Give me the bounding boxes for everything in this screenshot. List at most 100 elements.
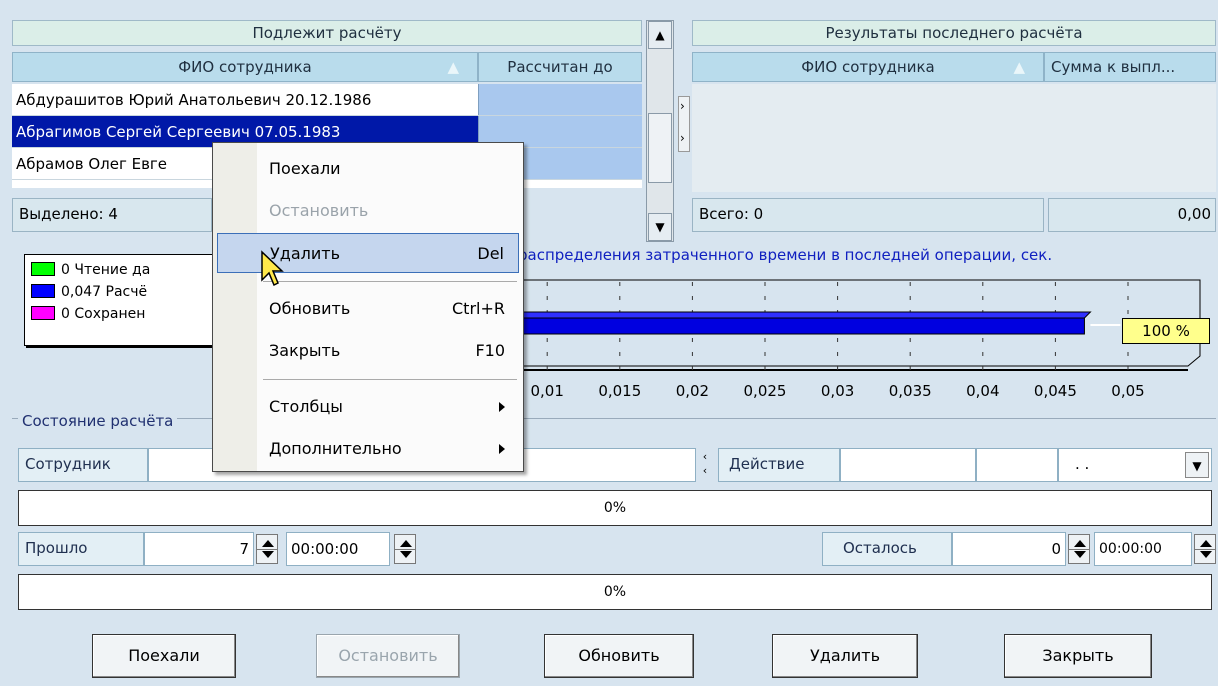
progress-bar-time: 0%	[18, 574, 1212, 610]
sort-asc-icon: ▲	[1013, 58, 1025, 76]
menu-separator	[263, 379, 517, 380]
close-button[interactable]: Закрыть	[1004, 634, 1152, 678]
arrow-up-icon	[400, 540, 412, 547]
column-header-employee-results-label: ФИО сотрудника	[801, 58, 935, 76]
menu-item-shortcut: Del	[477, 244, 504, 263]
state-group-label: Состояние расчёта	[18, 412, 178, 430]
chevron-right-icon: ›	[680, 99, 685, 113]
menu-item-label: Дополнительно	[269, 439, 402, 458]
table-row[interactable]: Абдурашитов Юрий Анатольевич 20.12.1986	[12, 84, 642, 116]
legend-item: 0,047 Расчё	[31, 281, 217, 303]
column-header-employee-label: ФИО сотрудника	[178, 58, 312, 76]
menu-item-label: Столбцы	[269, 397, 343, 416]
menu-item-stop[interactable]: Остановить	[217, 191, 519, 231]
remaining-count-field[interactable]: 0	[952, 532, 1066, 566]
menu-item-refresh[interactable]: Обновить Ctrl+R	[217, 289, 519, 329]
submenu-arrow-icon	[499, 444, 505, 454]
selected-count-label: Выделено: 4	[12, 198, 212, 232]
action-label: Действие	[718, 448, 840, 482]
elapsed-time-stepper[interactable]	[394, 534, 416, 564]
remaining-time-stepper[interactable]	[1194, 534, 1216, 564]
action-select[interactable]: . . ▼	[1058, 448, 1212, 482]
column-header-employee[interactable]: ФИО сотрудника ▲	[12, 52, 478, 82]
tick-label: 0,04	[966, 382, 999, 400]
sort-asc-icon: ▲	[447, 58, 459, 76]
row-name: Абдурашитов Юрий Анатольевич 20.12.1986	[16, 91, 372, 109]
splitter-handle[interactable]: › ›	[678, 96, 690, 152]
legend-swatch	[31, 306, 55, 320]
scroll-thumb[interactable]	[648, 113, 672, 183]
employee-label: Сотрудник	[18, 448, 148, 482]
arrow-down-icon	[1200, 551, 1212, 558]
arrow-up-icon	[1074, 540, 1086, 547]
arrow-down-icon: ▼	[655, 220, 665, 234]
legend-label: 0 Сохранен	[61, 306, 146, 322]
remaining-time-field[interactable]: 00:00:00	[1094, 532, 1192, 566]
row-name: Абрагимов Сергей Сергеевич 07.05.1983	[16, 123, 341, 141]
remaining-count-stepper[interactable]	[1068, 534, 1090, 564]
legend-label: 0,047 Расчё	[61, 284, 148, 300]
mouse-cursor-icon	[261, 250, 284, 287]
column-header-sum[interactable]: Сумма к выпл...	[1044, 52, 1216, 82]
left-grid-scrollbar[interactable]: ▲ ▼	[646, 20, 674, 242]
go-button[interactable]: Поехали	[92, 634, 236, 678]
total-label: Всего: 0	[692, 198, 1044, 232]
action-select-value: . .	[1075, 455, 1090, 473]
arrow-up-icon: ▲	[655, 28, 665, 42]
scroll-up-button[interactable]: ▲	[648, 21, 672, 49]
context-menu: Поехали Остановить Удалить Del Обновить Ct…	[212, 142, 524, 472]
refresh-button[interactable]: Обновить	[544, 634, 694, 678]
arrow-down-icon	[400, 551, 412, 558]
tick-label: 0,045	[1034, 382, 1077, 400]
delete-button[interactable]: Удалить	[772, 634, 918, 678]
remaining-label: Осталось	[822, 532, 952, 566]
column-header-employee-results[interactable]: ФИО сотрудника ▲	[692, 52, 1044, 82]
tick-label: 0,035	[889, 382, 932, 400]
arrow-down-icon	[1074, 551, 1086, 558]
legend-item: 0 Сохранен	[31, 303, 217, 325]
arrow-up-icon	[262, 540, 274, 547]
column-header-calculated-until[interactable]: Рассчитан до	[478, 52, 642, 82]
chevron-right-icon: ›	[680, 131, 685, 145]
chevron-down-icon[interactable]: ▼	[1185, 452, 1209, 478]
legend-swatch	[31, 284, 55, 298]
tick-label: 0,01	[530, 382, 563, 400]
legend-label: 0 Чтение да	[61, 262, 151, 278]
scroll-down-button[interactable]: ▼	[648, 213, 672, 241]
right-grid-body	[692, 84, 1216, 192]
elapsed-time-field[interactable]: 00:00:00	[286, 532, 390, 566]
arrow-down-icon	[262, 551, 274, 558]
legend-swatch	[31, 262, 55, 276]
menu-separator	[263, 281, 517, 282]
menu-item-close[interactable]: Закрыть F10	[217, 331, 519, 371]
menu-item-columns[interactable]: Столбцы	[217, 387, 519, 427]
menu-item-label: Закрыть	[269, 341, 341, 360]
chart-ticks: 0,01 0,015 0,02 0,025 0,03 0,035 0,04 0,045 0,05	[530, 382, 1144, 400]
action-field-1[interactable]	[840, 448, 976, 482]
action-field-2[interactable]	[976, 448, 1058, 482]
menu-item-label: Остановить	[269, 201, 369, 220]
chart-legend: 0 Чтение да 0,047 Расчё 0 Сохранен	[24, 254, 224, 346]
menu-item-shortcut: F10	[475, 341, 505, 360]
tick-label: 0,02	[676, 382, 709, 400]
elapsed-count-field[interactable]: 7	[144, 532, 254, 566]
left-grid-title: Подлежит расчёту	[12, 20, 642, 46]
menu-item-more[interactable]: Дополнительно	[217, 429, 519, 469]
right-grid-title: Результаты последнего расчёта	[692, 20, 1216, 46]
submenu-arrow-icon	[499, 402, 505, 412]
stop-button[interactable]: Остановить	[316, 634, 460, 678]
menu-item-go[interactable]: Поехали	[217, 149, 519, 189]
elapsed-label: Прошло	[18, 532, 144, 566]
menu-item-label: Поехали	[269, 159, 341, 178]
legend-item: 0 Чтение да	[31, 259, 217, 281]
chart-title: распределения затраченного времени в пос…	[518, 246, 1053, 264]
state-group-border	[12, 418, 1216, 420]
total-value: 0,00	[1048, 198, 1216, 232]
arrow-up-icon	[1200, 540, 1212, 547]
tick-label: 0,025	[744, 382, 787, 400]
percent-label: 100 %	[1122, 318, 1210, 344]
collapse-icon[interactable]: ‹ ‹	[698, 450, 712, 480]
row-date-cell[interactable]	[478, 84, 642, 115]
elapsed-count-stepper[interactable]	[256, 534, 278, 564]
menu-item-label: Обновить	[269, 299, 351, 318]
